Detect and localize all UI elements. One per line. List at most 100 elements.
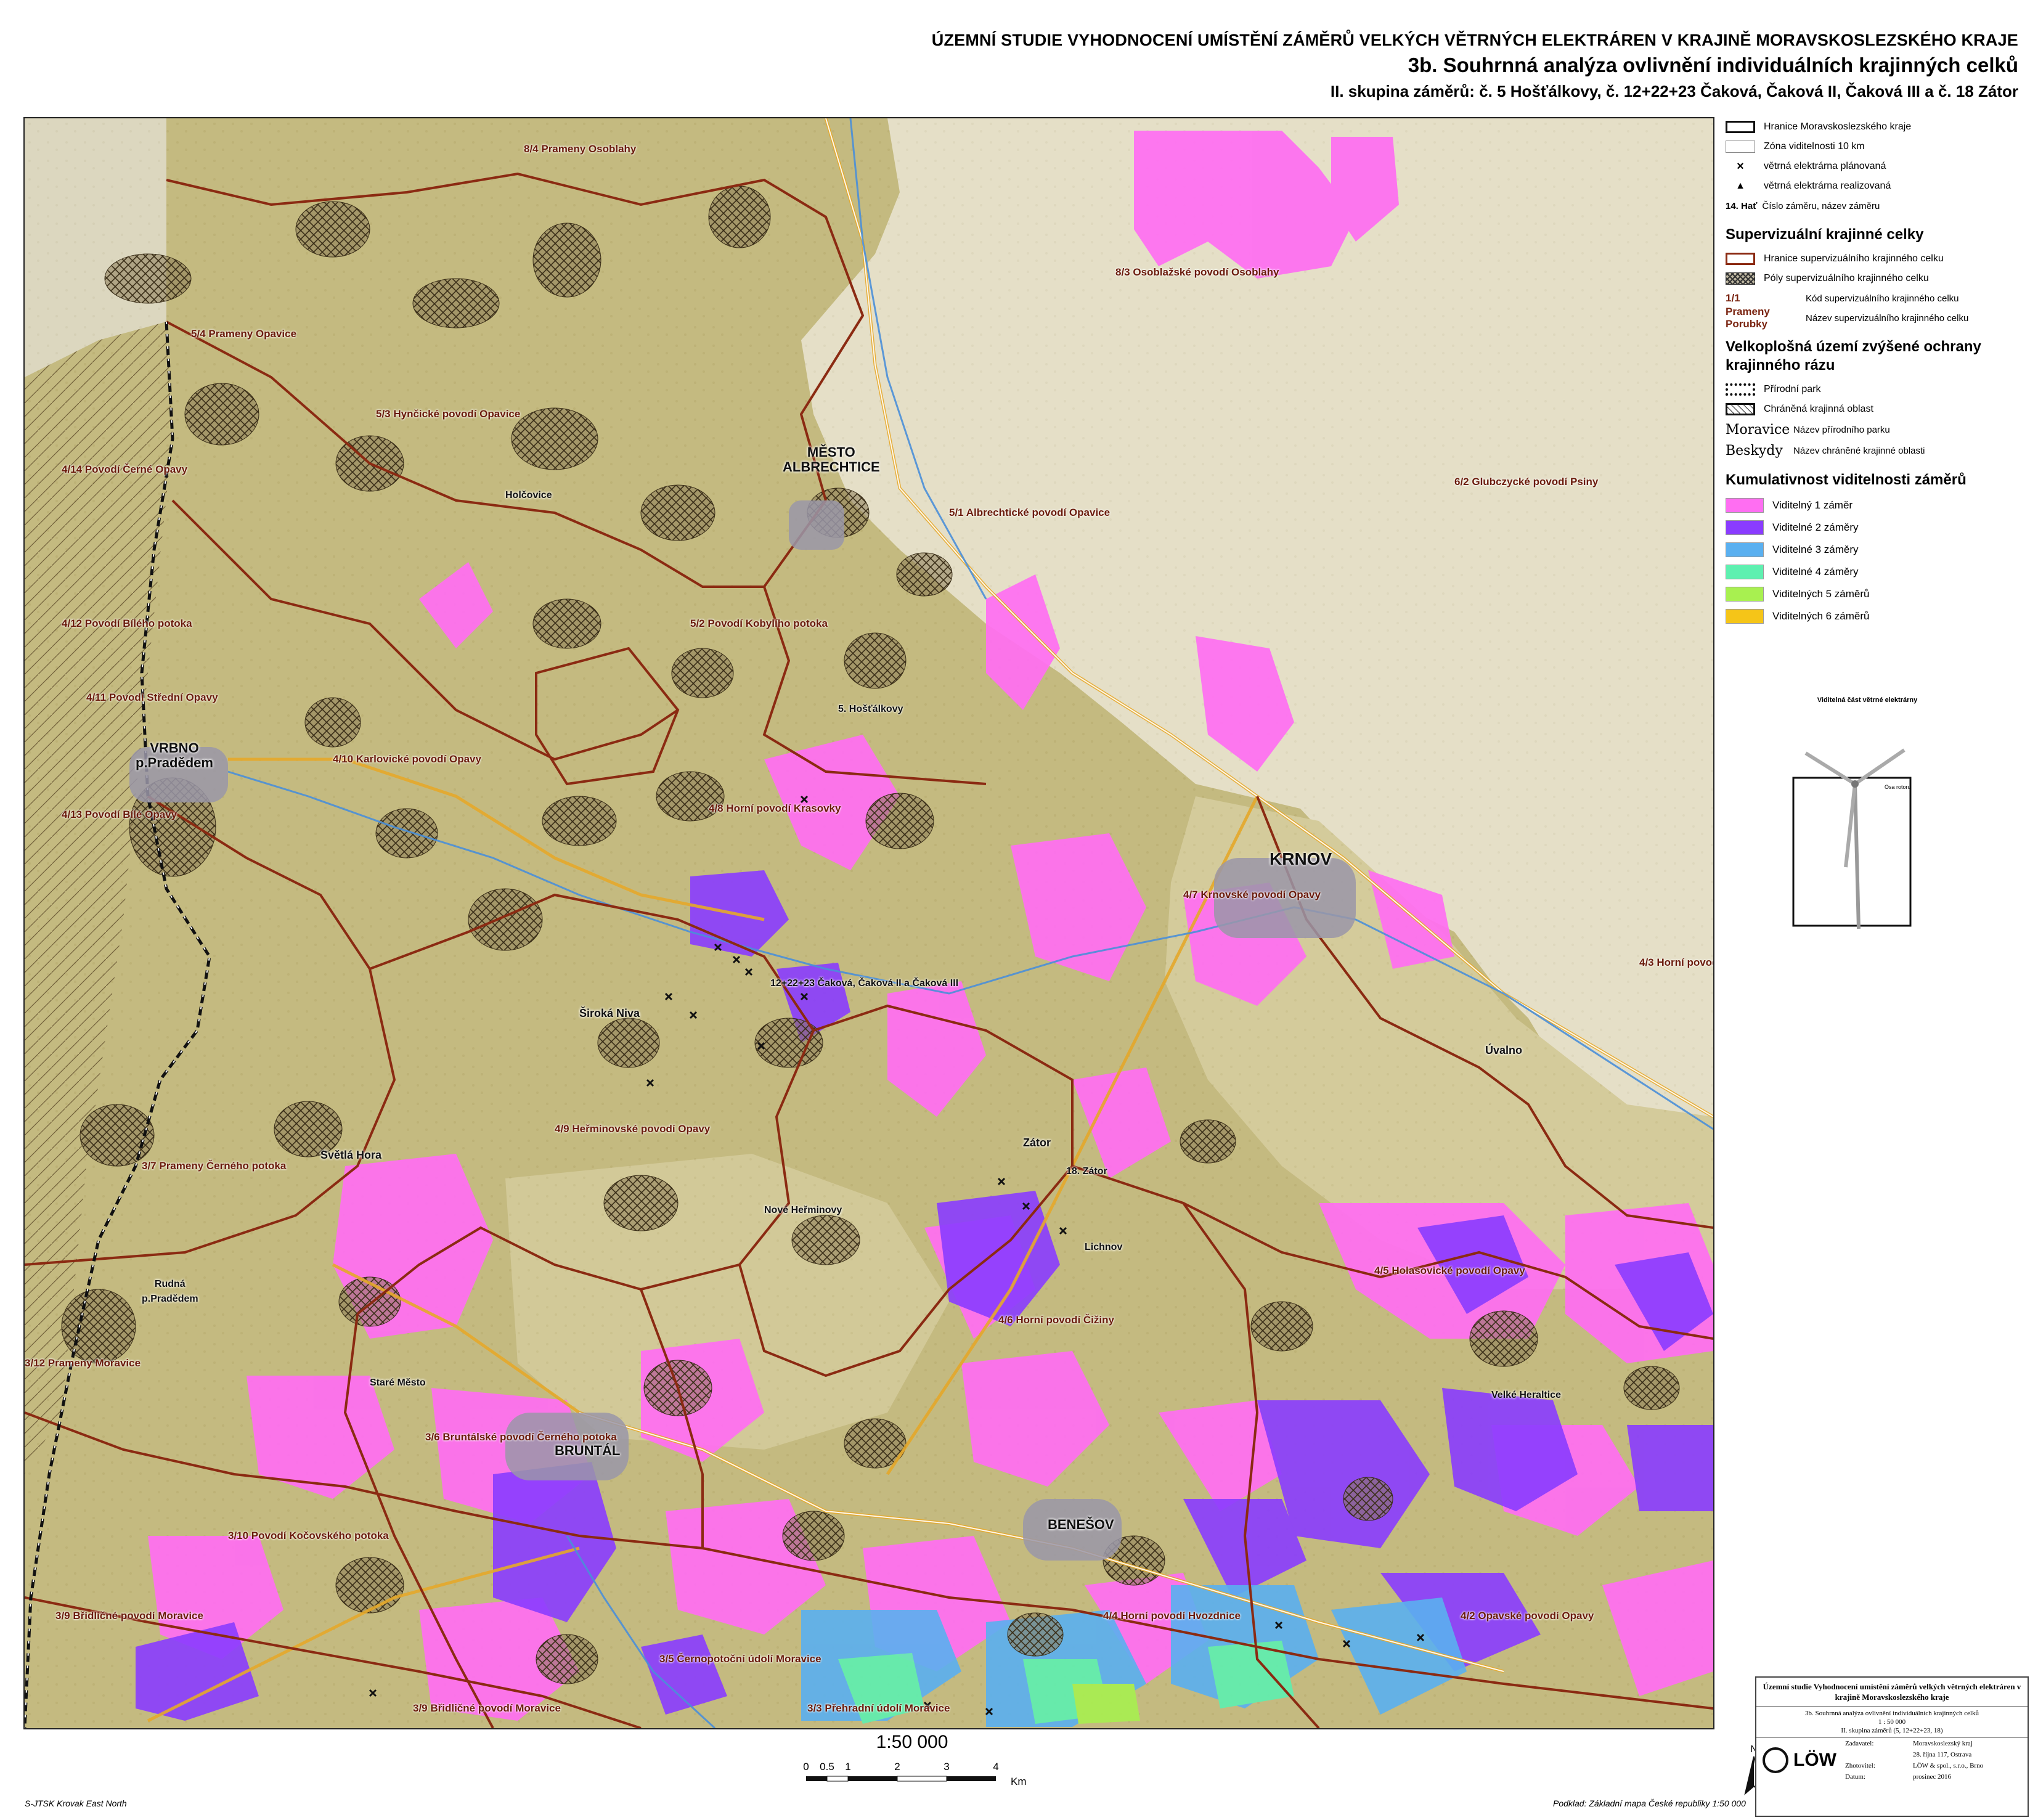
visibility-class-row: Viditelné 2 záměry xyxy=(1726,516,2021,539)
turbine-icon xyxy=(1792,748,1912,929)
legend-row-park-name: Moravice Název přírodního parku xyxy=(1726,419,2021,440)
unit-label-4-6: 4/6 Horní povodí Čižiny xyxy=(998,1314,1114,1326)
legend-row-park: Přírodní park xyxy=(1726,380,2021,399)
tb-key xyxy=(1843,1749,1910,1760)
unit-label-4-10: 4/10 Karlovické povodí Opavy xyxy=(333,753,481,765)
unit-label-6-2: 6/2 Glubczycké povodí Psiny xyxy=(1454,476,1599,488)
planned-turbine-icon: × xyxy=(1737,160,1744,173)
legend-label: Kód supervizuálního krajinného celku xyxy=(1806,293,1959,304)
scale-graphic: 0 0.5 1 2 3 4 Km xyxy=(803,1761,1027,1787)
titleblock-title: Územní studie Vyhodnocení umístění záměr… xyxy=(1756,1678,2028,1707)
visibility-class-label: Viditelných 6 záměrů xyxy=(1772,610,1870,622)
unit-label-3-12: 3/12 Prameny Moravice xyxy=(25,1357,141,1369)
town-label-siroka-niva: Široká Niva xyxy=(579,1007,640,1019)
legend-row-zone: Zóna viditelnosti 10 km xyxy=(1726,137,2021,157)
legend-label: větrná elektrárna realizovaná xyxy=(1764,181,1891,191)
scale-bar: 1:50 000 0 0.5 1 2 3 4 Km xyxy=(752,1732,1072,1806)
unit-label-4-3: 4/3 Horní povodí Ostrý xyxy=(1639,957,1713,968)
scale-ratio: 1:50 000 xyxy=(876,1732,948,1752)
unit-label-3-3: 3/3 Přehradní údolí Moravice xyxy=(807,1702,950,1714)
unit-label-5-2: 5/2 Povodí Kobylího potoka xyxy=(690,618,828,629)
visibility-class-row: Viditelný 1 záměr xyxy=(1726,494,2021,516)
visibility-swatch xyxy=(1726,565,1764,579)
legend-label: Název supervizuálního krajinného celku xyxy=(1806,312,1969,324)
tb-key: Zhotovitel: xyxy=(1845,1762,1875,1769)
legend-row-realized: ▲ větrná elektrárna realizovaná xyxy=(1726,176,2021,196)
town-label-holcovice: Holčovice xyxy=(505,490,552,500)
scale-unit: Km xyxy=(1011,1776,1027,1787)
legend-row-planned: × větrná elektrárna plánovaná xyxy=(1726,157,2021,176)
titleblock-grid: LÖW Zadavatel: Moravskoslezský kraj 28. … xyxy=(1756,1738,2028,1782)
titleblock-sub2: 1 : 50 000 xyxy=(1878,1718,1906,1726)
project-label-hostalkovy: 5. Hošťálkovy xyxy=(838,704,903,714)
legend-label: Póly supervizuálního krajinného celku xyxy=(1764,273,1929,284)
unit-label-3-9b: 3/9 Břidličné povodí Moravice xyxy=(413,1702,561,1714)
map-header: ÚZEMNÍ STUDIE VYHODNOCENÍ UMÍSTĚNÍ ZÁMĚR… xyxy=(932,31,2018,101)
town-label-lichnov: Lichnov xyxy=(1085,1242,1123,1252)
project-label-cakova: 12+22+23 Čaková, Čaková II a Čaková III xyxy=(770,978,959,989)
legend-label: Chráněná krajinná oblast xyxy=(1764,404,1873,414)
unit-label-3-9: 3/9 Břidličné povodí Moravice xyxy=(55,1610,203,1622)
visibility-class-row: Viditelných 5 záměrů xyxy=(1726,583,2021,605)
legend-row-cho: Chráněná krajinná oblast xyxy=(1726,399,2021,419)
unit-label-4-4: 4/4 Horní povodí Hvozdnice xyxy=(1103,1610,1241,1622)
scale-tick-4: 4 xyxy=(993,1761,998,1773)
map-subtitle: 3b. Souhrnná analýza ovlivnění individuá… xyxy=(1408,54,2018,76)
unit-border-icon xyxy=(1726,253,1755,265)
titleblock-sub3: II. skupina záměrů (5, 12+22+23, 18) xyxy=(1841,1727,1943,1734)
visibility-swatch xyxy=(1726,587,1764,602)
code-hint-code: 14. Hať xyxy=(1726,200,1758,211)
kraj-boundary-icon xyxy=(1726,121,1755,133)
realized-turbine-icon: ▲ xyxy=(1735,181,1745,191)
legend-section-visibility: Kumulativnost viditelnosti záměrů xyxy=(1726,471,1967,488)
scale-tick-0: 0 xyxy=(803,1761,809,1773)
tb-value: 28. října 117, Ostrava xyxy=(1913,1751,1972,1758)
legend-label: Hranice Moravskoslezského kraje xyxy=(1764,121,1912,132)
visibility-class-row: Viditelných 6 záměrů xyxy=(1726,605,2021,627)
visibility-class-label: Viditelné 4 záměry xyxy=(1772,566,1859,577)
zone-icon xyxy=(1726,141,1755,153)
visibility-class-label: Viditelný 1 záměr xyxy=(1772,499,1853,511)
map-canvas[interactable]: 8/4 Prameny Osoblahy 8/3 Osoblažské povo… xyxy=(23,117,1714,1729)
unit-label-4-8: 4/8 Horní povodí Krasovky xyxy=(709,802,841,814)
unit-code-example: 1/1 xyxy=(1726,292,1740,304)
tb-value: LÖW & spol., s.r.o., Brno xyxy=(1913,1762,1984,1769)
unit-label-4-2: 4/2 Opavské povodí Opavy xyxy=(1461,1610,1594,1622)
legend-section-supervisual: Supervizuální krajinné celky xyxy=(1726,226,1924,243)
legend-row-poles: Póly supervizuálního krajinného celku xyxy=(1726,269,2021,288)
tb-key: Zadavatel: xyxy=(1845,1740,1874,1747)
legend-row-code-hint: 14. Hať Číslo záměru, název záměru xyxy=(1726,196,2021,216)
visibility-class-list: Viditelný 1 záměr Viditelné 2 záměry Vidit… xyxy=(1726,494,2021,627)
visibility-swatch xyxy=(1726,520,1764,535)
legend-row-kraj: Hranice Moravskoslezského kraje xyxy=(1726,117,2021,137)
town-label-mesto-albrechtice: MĚSTO ALBRECHTICE xyxy=(783,444,880,475)
unit-name-example: Prameny Porubky xyxy=(1726,306,1770,330)
tb-value: Moravskoslezský kraj xyxy=(1913,1740,1973,1747)
protected-area-icon xyxy=(1726,403,1755,415)
unit-label-3-10: 3/10 Povodí Kočovského potoka xyxy=(228,1530,389,1541)
town-label-uvalno: Úvalno xyxy=(1485,1044,1523,1056)
low-logo: LÖW xyxy=(1756,1738,1843,1782)
legend-label: Název přírodního parku xyxy=(1793,424,1890,435)
unit-label-4-7: 4/7 Krnovské povodí Opavy xyxy=(1183,889,1321,900)
turbine-caption: Viditelná část větrné elektrárny xyxy=(1817,696,1918,704)
legend-label: větrná elektrárna plánovaná xyxy=(1764,161,1886,171)
project-label-zator: 18. Zátor xyxy=(1066,1166,1107,1177)
unit-label-8-4: 8/4 Prameny Osoblahy xyxy=(524,143,637,155)
legend-label: Název chráněné krajinné oblasti xyxy=(1793,445,1925,456)
visibility-class-row: Viditelné 3 záměry xyxy=(1726,539,2021,561)
unit-label-5-4: 5/4 Prameny Opavice xyxy=(191,328,297,340)
legend-row-cho-name: Beskydy Název chráněné krajinné oblasti xyxy=(1726,440,2021,461)
tb-key: Datum: xyxy=(1845,1773,1865,1781)
town-label-velke-heraltice: Velké Heraltice xyxy=(1491,1390,1561,1400)
town-label-svetla-hora: Světlá Hora xyxy=(320,1149,382,1161)
unit-label-4-9: 4/9 Heřminovské povodí Opavy xyxy=(555,1123,711,1135)
visibility-swatch xyxy=(1726,542,1764,557)
unit-label-8-3: 8/3 Osoblažské povodí Osoblahy xyxy=(1115,266,1279,278)
visibility-swatch xyxy=(1726,609,1764,624)
map-drawing xyxy=(25,118,1713,1728)
legend-label: Přírodní park xyxy=(1764,384,1821,394)
rotor-axis-label: Osa rotoru xyxy=(1885,784,1911,790)
unit-label-5-3: 5/3 Hynčické povodí Opavice xyxy=(376,408,521,420)
scale-tick-2: 2 xyxy=(894,1761,900,1773)
